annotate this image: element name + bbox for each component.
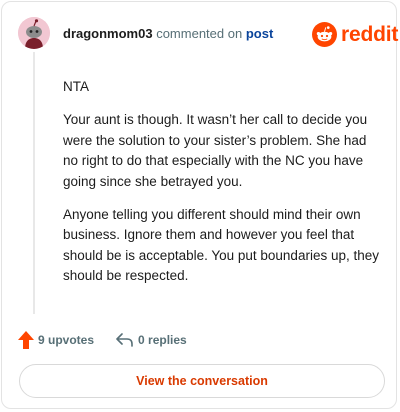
comment-actions: 9 upvotes 0 replies bbox=[18, 331, 187, 349]
reply-arrow-icon bbox=[116, 333, 133, 347]
upvote-button[interactable]: 9 upvotes bbox=[18, 331, 94, 349]
reddit-logo[interactable]: reddit bbox=[312, 22, 398, 47]
comment-meta-text: commented on bbox=[156, 26, 243, 41]
user-avatar[interactable] bbox=[18, 17, 50, 49]
replies-button[interactable]: 0 replies bbox=[116, 332, 187, 348]
reddit-snoo-icon bbox=[312, 22, 337, 47]
snoo-avatar-icon bbox=[18, 17, 50, 49]
post-link[interactable]: post bbox=[246, 26, 273, 41]
username[interactable]: dragonmom03 bbox=[63, 26, 153, 41]
thread-line bbox=[33, 52, 35, 314]
comment-body: NTA Your aunt is though. It wasn’t her c… bbox=[63, 77, 381, 299]
comment-paragraph: Your aunt is though. It wasn’t her call … bbox=[63, 112, 368, 189]
comment-paragraph: NTA bbox=[63, 79, 89, 94]
comment-paragraph: Anyone telling you different should mind… bbox=[63, 206, 379, 284]
comment-header: dragonmom03 commented on post bbox=[63, 26, 273, 41]
upvote-arrow-icon bbox=[18, 331, 34, 349]
comment-card: dragonmom03 commented on post reddit NTA… bbox=[1, 1, 398, 409]
reply-count: 0 replies bbox=[138, 333, 187, 347]
upvote-count: 9 upvotes bbox=[38, 333, 95, 347]
view-conversation-button[interactable]: View the conversation bbox=[19, 364, 385, 398]
reddit-wordmark: reddit bbox=[341, 22, 399, 46]
